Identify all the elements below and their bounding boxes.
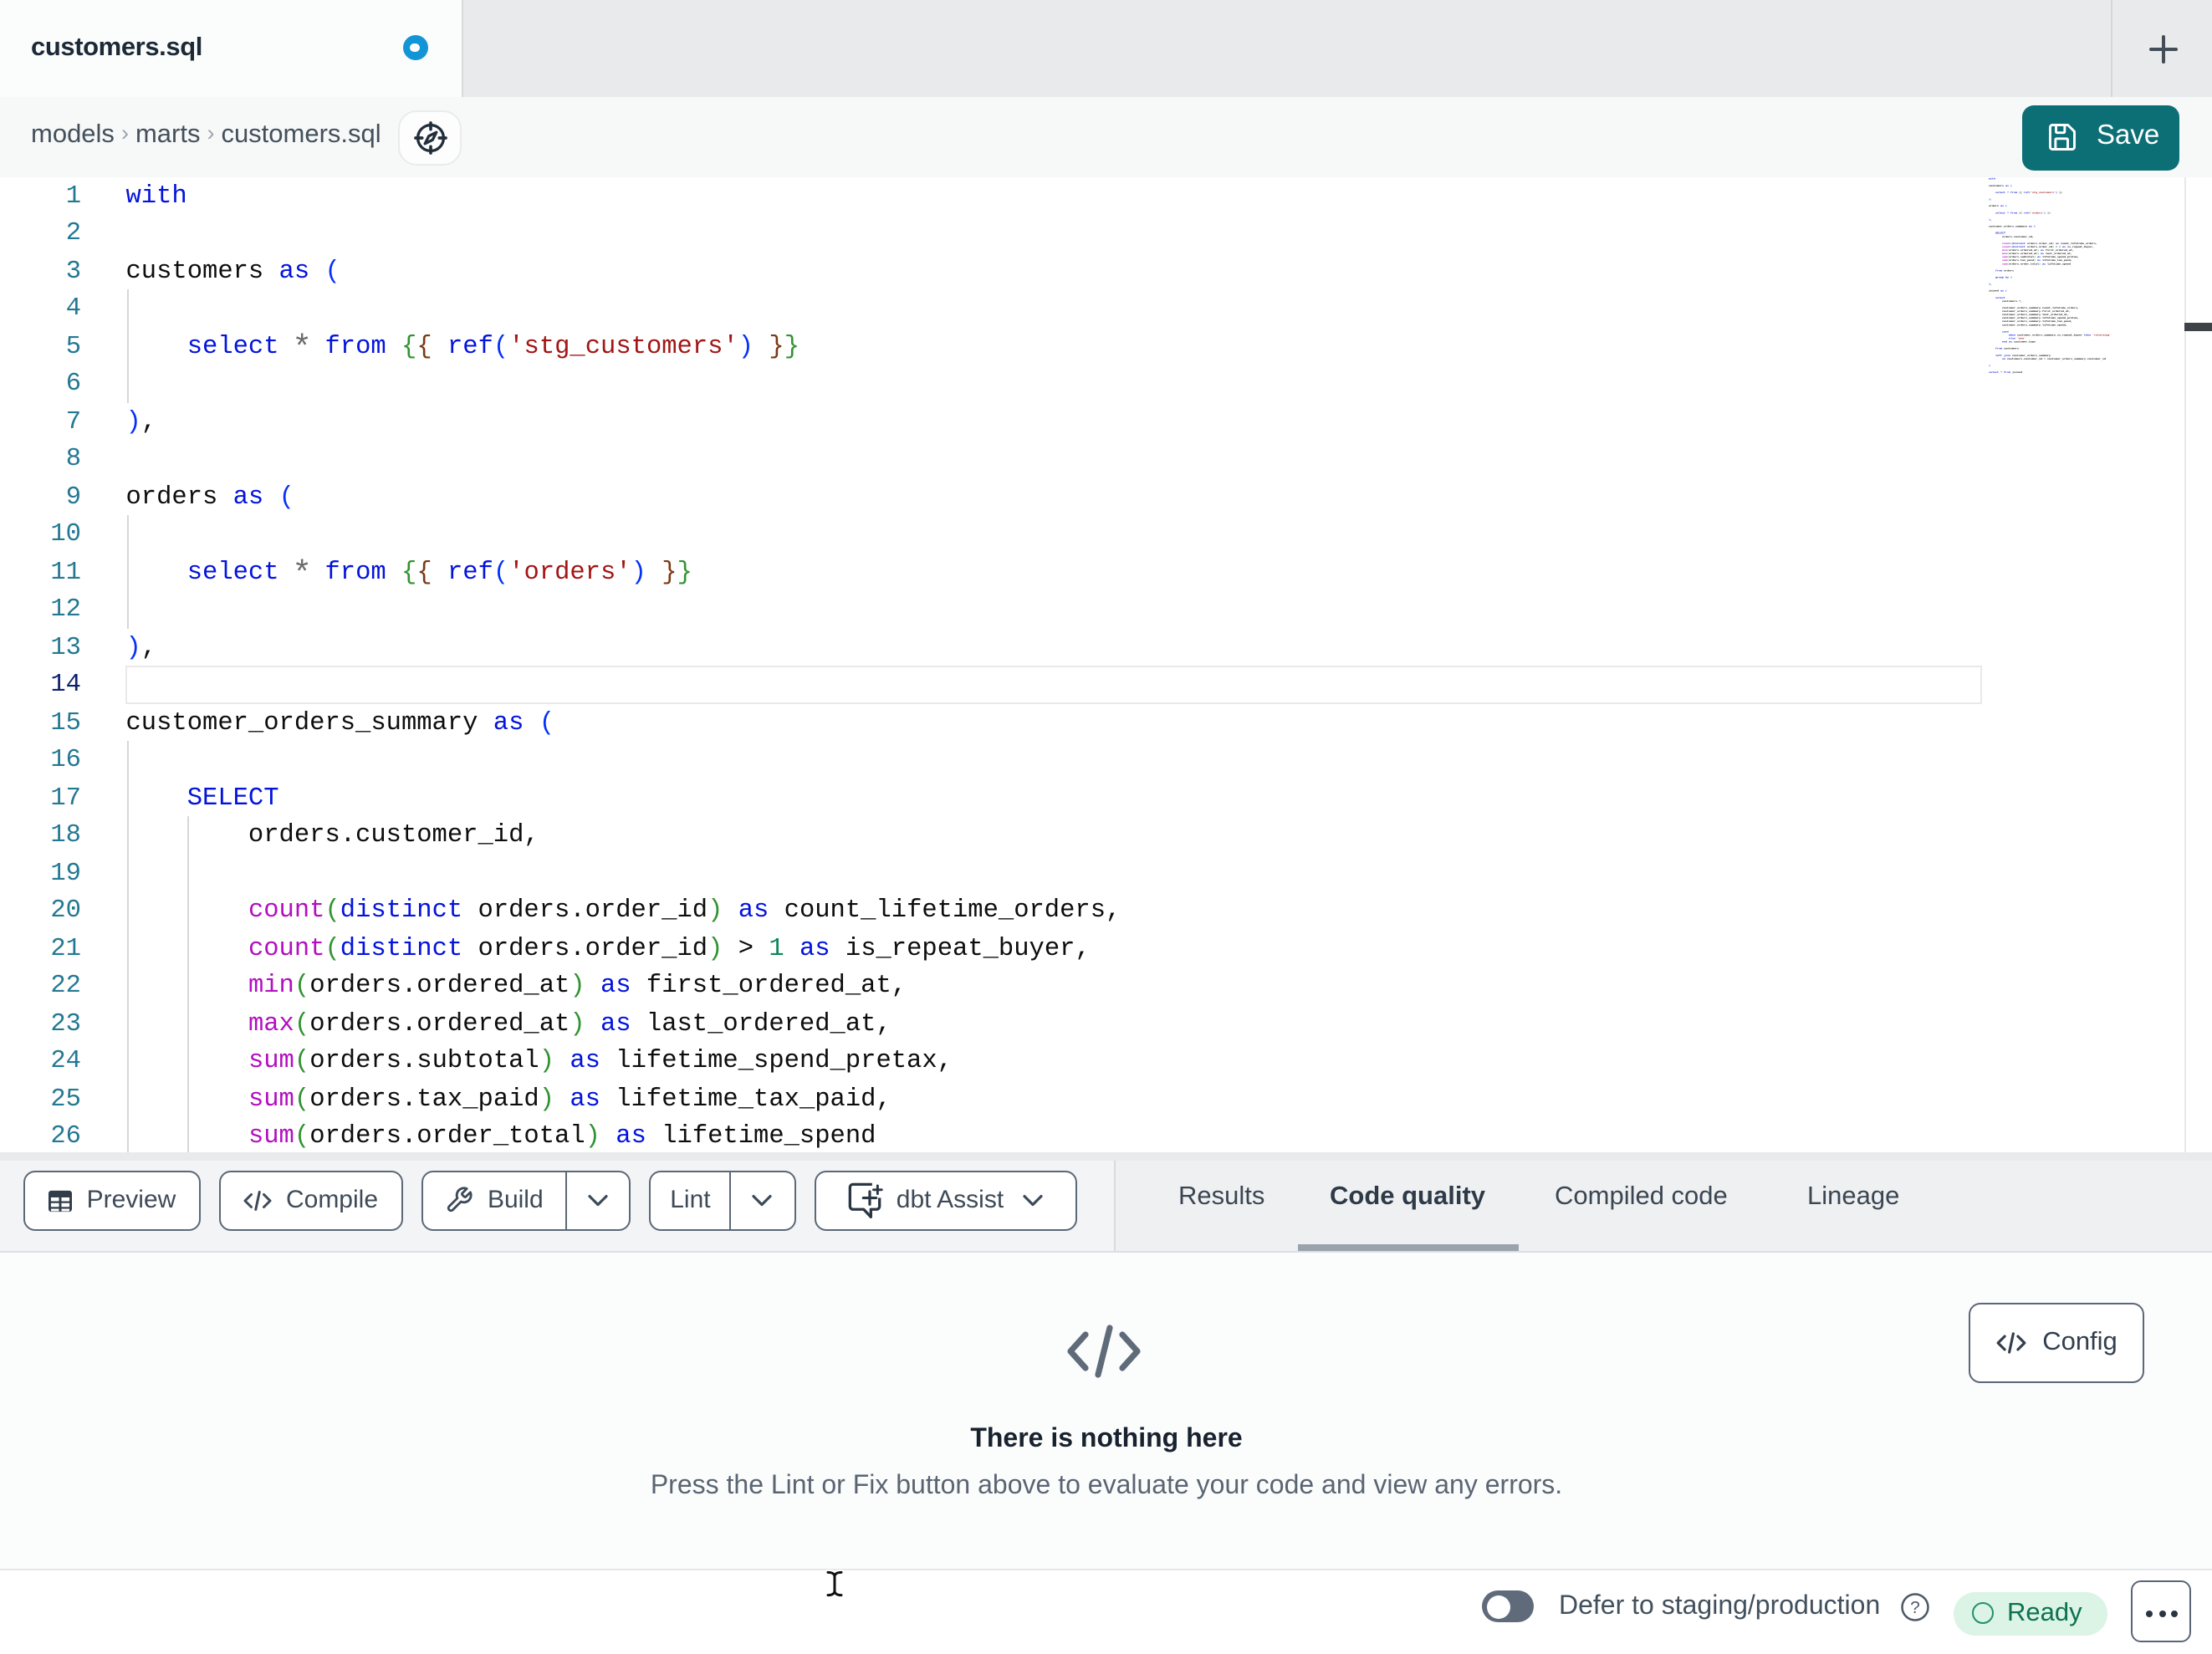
svg-text:?: ? [1910,1597,1920,1616]
